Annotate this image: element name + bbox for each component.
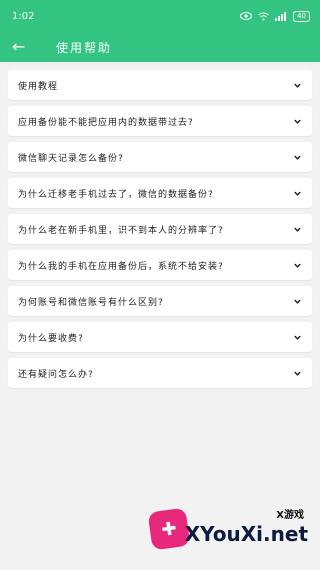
wifi-icon [258,12,269,20]
watermark-big-text: XYouXi.net [184,522,308,546]
chevron-down-icon [294,83,301,88]
chevron-down-icon [294,227,301,232]
status-time: 1:02 [12,10,35,22]
chevron-down-icon [294,371,301,376]
chevron-down-icon [294,191,301,196]
app-bar: ← 使用帮助 [0,32,320,62]
faq-item[interactable]: 为什么迁移老手机过去了，微信的数据备份? [8,178,312,208]
status-icons: 40 [240,10,310,22]
chevron-down-icon [294,299,301,304]
status-bar: 1:02 40 [0,0,320,32]
faq-item-label: 为什么要收费? [18,333,84,344]
faq-item-label: 还有疑问怎么办? [18,369,94,380]
faq-item-label: 为什么迁移老手机过去了，微信的数据备份? [18,189,214,200]
eye-icon [240,12,253,20]
faq-item-label: 为何账号和微信账号有什么区别? [18,297,164,308]
back-arrow-icon[interactable]: ← [12,39,42,55]
chevron-down-icon [294,335,301,340]
chevron-down-icon [294,263,301,268]
faq-item[interactable]: 应用备份能不能把应用内的数据带过去? [8,106,312,136]
faq-item-label: 应用备份能不能把应用内的数据带过去? [18,117,194,128]
faq-item[interactable]: 微信聊天记录怎么备份? [8,142,312,172]
battery-icon: 40 [293,10,310,22]
faq-item[interactable]: 为什么我的手机在应用备份后，系统不给安装? [8,250,312,280]
faq-item-label: 为什么老在新手机里，识不到本人的分辨率了? [18,225,224,236]
faq-item-label: 为什么我的手机在应用备份后，系统不给安装? [18,261,224,272]
chevron-down-icon [294,155,301,160]
faq-item[interactable]: 为何账号和微信账号有什么区别? [8,286,312,316]
faq-item-label: 微信聊天记录怎么备份? [18,153,124,164]
chevron-down-icon [294,119,301,124]
faq-item[interactable]: 使用教程 [8,70,312,100]
faq-item-label: 使用教程 [18,81,59,92]
signal-icon [275,11,287,21]
faq-item[interactable]: 为什么要收费? [8,322,312,352]
faq-list: 使用教程 应用备份能不能把应用内的数据带过去? 微信聊天记录怎么备份? 为什么迁… [0,62,320,388]
faq-item[interactable]: 还有疑问怎么办? [8,358,312,388]
faq-item[interactable]: 为什么老在新手机里，识不到本人的分辨率了? [8,214,312,244]
site-watermark: ✚ X游戏 XYouXi.net [144,504,314,560]
watermark-small-text: X游戏 [276,510,304,521]
page-title: 使用帮助 [56,40,113,55]
